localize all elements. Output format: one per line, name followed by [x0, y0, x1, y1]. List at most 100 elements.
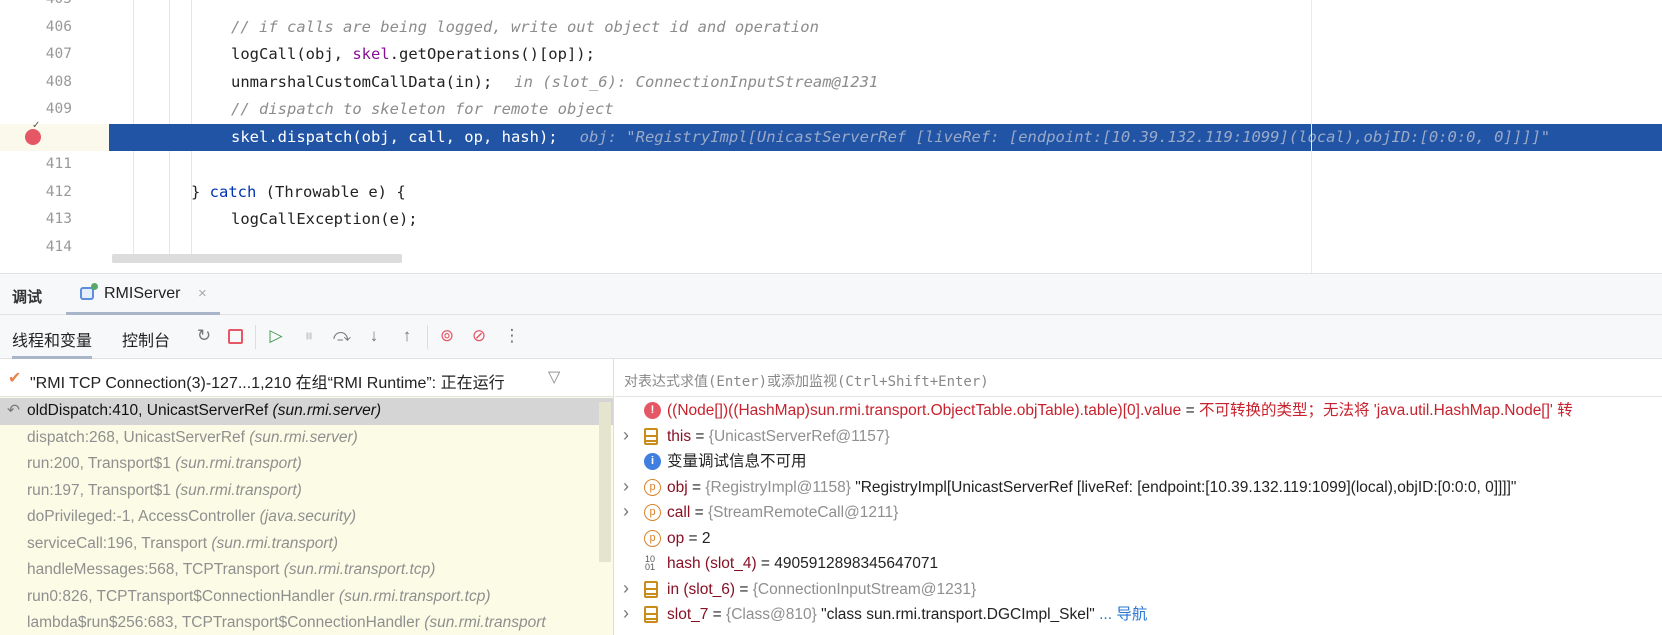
code-line[interactable]: 411 [0, 151, 1662, 179]
equals: = [687, 478, 706, 496]
step-into-icon[interactable]: ↓ [363, 325, 385, 347]
variable-value: 不可转换的类型；无法将 'java.util.HashMap.Node[]' 转 [1198, 402, 1573, 419]
chevron-right-icon[interactable]: › [623, 423, 629, 449]
tab-rmiserver[interactable]: RMIServer × [66, 274, 220, 315]
frame-package: (sun.rmi.transport.tcp) [338, 587, 491, 605]
equals: = [684, 529, 702, 547]
line-number: 406 [45, 18, 72, 35]
code-editor[interactable]: 405 406 // if calls are being logged, writ… [0, 0, 1662, 273]
code-line[interactable]: 408 unmarshalCustomCallData(in); in (slot_… [0, 69, 1662, 97]
filter-icon[interactable]: ▽ [548, 367, 560, 387]
stack-frame[interactable]: run:197, Transport$1 (sun.rmi.transport) [0, 478, 613, 505]
variable-text: call = {StreamRemoteCall@1211} [667, 500, 898, 526]
breakpoint-icon[interactable] [25, 120, 41, 145]
parameter-icon: p [644, 529, 661, 547]
code-token: logCall(obj, [231, 45, 353, 64]
frame-method: handleMessages:568, TCPTransport [27, 561, 280, 578]
field-icon [644, 606, 658, 623]
variable-row[interactable]: › p obj = {RegistryImpl@1158} "RegistryImp… [615, 475, 1662, 501]
frame-method: dispatch:268, UnicastServerRef [27, 428, 245, 446]
code-token: // dispatch to skeleton for remote objec… [231, 100, 614, 119]
info-icon: i [644, 453, 661, 470]
step-over-icon[interactable]: ⤼ [331, 325, 353, 347]
tab-console[interactable]: 控制台 [122, 327, 170, 351]
frame-package: (sun.rmi.transport) [175, 455, 302, 472]
code-line[interactable]: 406 // if calls are being logged, write o… [0, 14, 1662, 42]
chevron-right-icon[interactable]: › [623, 576, 629, 602]
variable-type: {StreamRemoteCall@1211} [707, 504, 899, 521]
frame-method: run0:826, TCPTransport$ConnectionHandler [27, 587, 335, 605]
code-token: .getOperations()[op]); [389, 45, 595, 64]
stack-frame[interactable]: run:200, Transport$1 (sun.rmi.transport) [0, 451, 613, 478]
frame-package: (sun.rmi.transport [424, 614, 546, 631]
stack-frame[interactable]: doPrivileged:-1, AccessController (java.… [0, 504, 613, 531]
line-number: 408 [45, 73, 72, 90]
code-line[interactable]: 412} catch (Throwable e) { [0, 179, 1662, 207]
equals: = [690, 504, 708, 521]
line-number: 405 [0, 0, 72, 14]
variable-row[interactable]: › in (slot_6) = {ConnectionInputStream@12… [615, 577, 1662, 603]
code-line[interactable]: 405 [0, 0, 1662, 14]
view-breakpoints-icon[interactable]: ⊚ [436, 325, 458, 347]
resume-icon[interactable]: ▷ [265, 325, 287, 347]
thread-selector[interactable]: ✔ "RMI TCP Connection(3)-127...1,210 在组“… [0, 359, 613, 397]
variable-name: 变量调试信息不可用 [667, 453, 807, 470]
field-icon [644, 580, 658, 598]
equals: = [691, 427, 709, 445]
right-margin-guide [1311, 0, 1312, 273]
variable-row[interactable]: › p call = {StreamRemoteCall@1211} [615, 500, 1662, 526]
stack-frame[interactable]: lambda$run$256:683, TCPTransport$Connect… [0, 610, 613, 635]
stack-frame[interactable]: run0:826, TCPTransport$ConnectionHandler… [0, 584, 613, 611]
parameter-icon: p [644, 504, 661, 521]
stack-frame[interactable]: handleMessages:568, TCPTransport (sun.rm… [0, 557, 613, 584]
variable-name: this [667, 427, 692, 445]
code-text: // dispatch to skeleton for remote objec… [231, 96, 614, 124]
variable-row[interactable]: 10 01 hash (slot_4) = 4905912898345647071 [615, 551, 1662, 577]
line-number: 407 [45, 46, 72, 63]
step-out-icon[interactable]: ↑ [396, 325, 418, 347]
code-text: logCall(obj, skel.getOperations()[op]); [231, 41, 595, 69]
code-line[interactable]: 407 logCall(obj, skel.getOperations()[op]… [0, 41, 1662, 69]
code-line[interactable]: 409// dispatch to skeleton for remote ob… [0, 96, 1662, 124]
chevron-right-icon[interactable]: › [623, 499, 629, 525]
code-text: logCallException(e); [231, 206, 418, 234]
frame-package: (java.security) [259, 508, 357, 525]
variable-row[interactable]: i 变量调试信息不可用 [615, 449, 1662, 475]
vertical-scrollbar[interactable] [599, 402, 611, 562]
variable-value: 2 [701, 529, 711, 547]
divider [255, 325, 256, 349]
field-icon [644, 427, 658, 445]
variable-text: op = 2 [667, 526, 711, 552]
close-icon[interactable]: × [198, 285, 207, 302]
more-icon[interactable]: ⋮ [501, 325, 523, 347]
variables-panel: ⌄ 对表达式求值(Enter)或添加监视(Ctrl+Shift+Enter) !… [615, 359, 1662, 635]
stack-frame[interactable]: serviceCall:196, Transport (sun.rmi.tran… [0, 531, 613, 558]
variable-text: this = {UnicastServerRef@1157} [667, 424, 890, 450]
variable-row[interactable]: › slot_7 = {Class@810} "class sun.rmi.tra… [615, 602, 1662, 628]
rerun-icon[interactable]: ↻ [193, 325, 215, 347]
chevron-right-icon[interactable]: › [623, 601, 629, 627]
variable-value: 4905912898345647071 [774, 555, 939, 572]
stack-frame[interactable]: ↶ oldDispatch:410, UnicastServerRef (sun.… [0, 398, 613, 425]
equals: = [756, 555, 775, 572]
chevron-right-icon[interactable]: › [623, 474, 629, 500]
tab-label: RMIServer [104, 285, 181, 302]
frame-method: run:200, Transport$1 [27, 455, 171, 472]
code-line[interactable]: 413 logCallException(e); [0, 206, 1662, 234]
variable-row[interactable]: p op = 2 [615, 526, 1662, 552]
return-arrow-icon: ↶ [7, 402, 20, 419]
current-execution-line[interactable]: skel.dispatch(obj, call, op, hash); obj: … [109, 123, 1662, 152]
frame-package: (sun.rmi.transport) [175, 481, 302, 499]
code-token: logCallException(e); [231, 210, 418, 229]
evaluate-expression-input[interactable]: 对表达式求值(Enter)或添加监视(Ctrl+Shift+Enter) [615, 359, 1662, 397]
stop-icon[interactable] [224, 325, 246, 347]
line-number: 413 [45, 211, 72, 228]
stack-frame[interactable]: dispatch:268, UnicastServerRef (sun.rmi.… [0, 425, 613, 452]
horizontal-scrollbar[interactable] [112, 254, 402, 263]
navigate-link[interactable]: ... 导航 [1095, 606, 1147, 623]
variable-row[interactable]: › this = {UnicastServerRef@1157} [615, 424, 1662, 450]
mute-breakpoints-icon[interactable]: ⊘ [468, 325, 490, 347]
tab-threads-variables[interactable]: 线程和变量 [12, 327, 93, 359]
variable-row[interactable]: ! ((Node[])((HashMap)sun.rmi.transport.Ob… [615, 398, 1662, 424]
pause-icon[interactable]: ⏸ [298, 325, 320, 347]
